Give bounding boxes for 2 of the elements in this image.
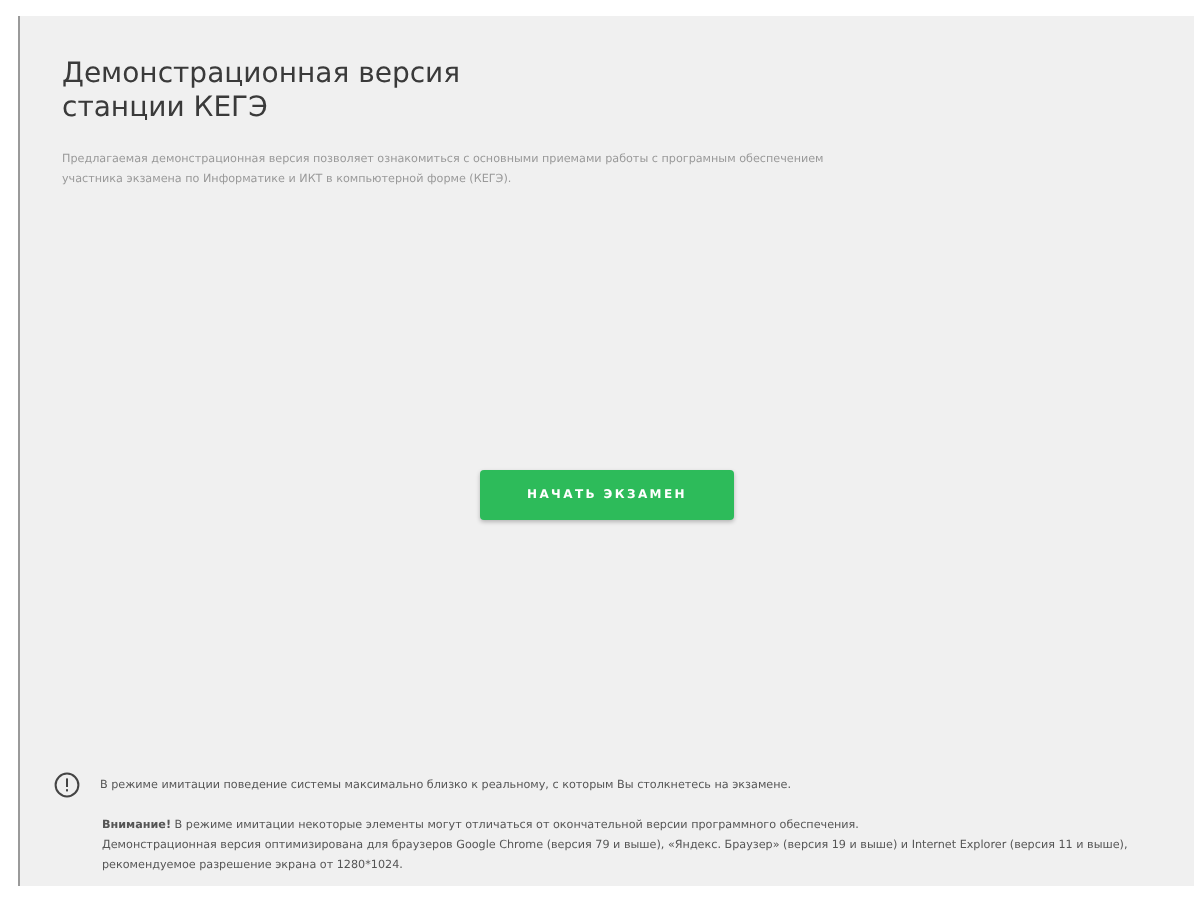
page-title: Демонстрационная версия станции КЕГЭ: [62, 58, 463, 126]
info-icon: [54, 772, 80, 798]
